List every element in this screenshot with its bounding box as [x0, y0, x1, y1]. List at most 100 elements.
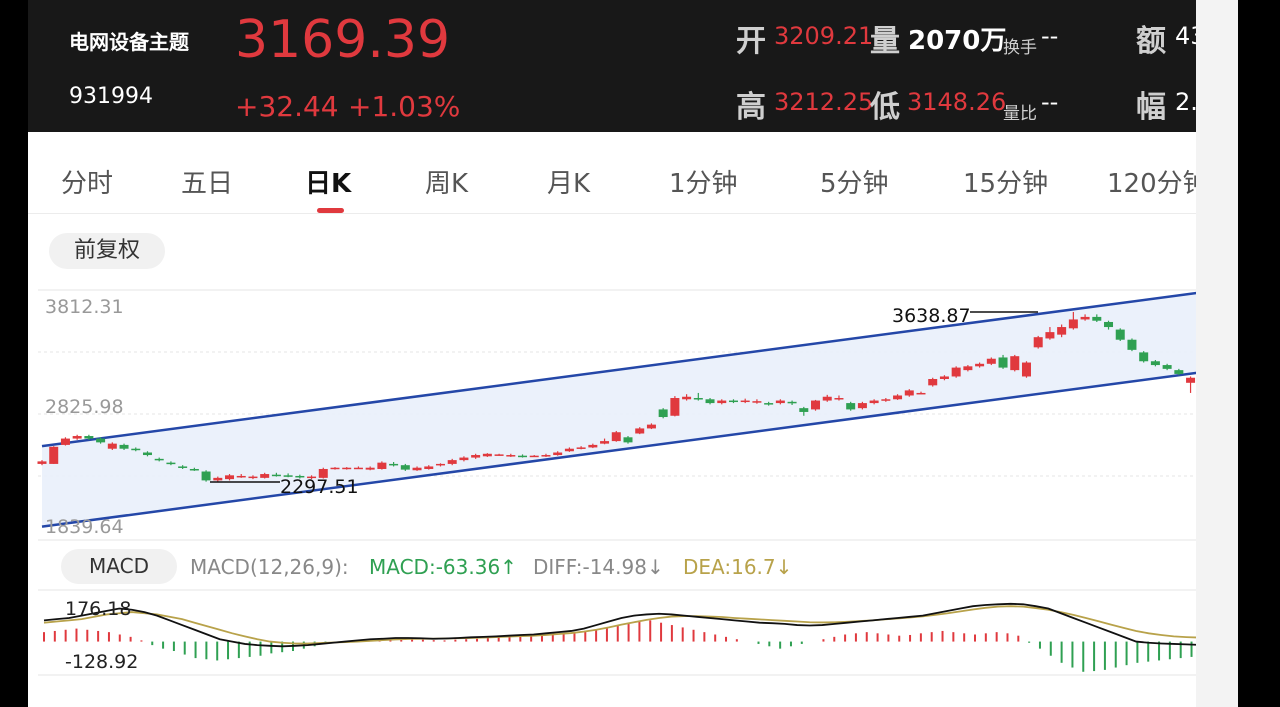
candle-body	[811, 400, 821, 410]
candle-body	[951, 367, 961, 377]
candle-body	[541, 455, 551, 457]
candle-body	[553, 452, 563, 456]
candle	[1186, 376, 1196, 393]
candle	[658, 408, 668, 419]
candle-body	[752, 401, 762, 403]
candle-body	[142, 452, 152, 456]
macd-button[interactable]: MACD	[61, 549, 177, 584]
candle-body	[740, 400, 750, 403]
candle-body	[1080, 316, 1090, 320]
candle	[1021, 361, 1031, 378]
candle-body	[893, 395, 903, 400]
candle-body	[60, 438, 70, 445]
candle	[928, 377, 938, 387]
candle	[811, 399, 821, 411]
candle	[1033, 335, 1043, 349]
candle-body	[881, 399, 891, 401]
candle-body	[1127, 339, 1137, 350]
candle	[72, 434, 82, 440]
candle-body	[834, 398, 844, 400]
candlestick-chart[interactable]: 3812.31 2825.98 1839.64 2297.51 3638.87 …	[28, 0, 1238, 707]
candle-body	[96, 438, 106, 443]
candle-body	[1068, 319, 1078, 329]
candle	[846, 401, 856, 411]
candle-body	[682, 396, 692, 400]
candle-body	[1021, 362, 1031, 377]
candle-body	[646, 424, 656, 429]
dea-line	[43, 605, 1225, 645]
candle-body	[600, 441, 610, 444]
candle-body	[799, 408, 809, 412]
candle-body	[904, 390, 914, 396]
candle-body	[846, 403, 856, 410]
candle-body	[1033, 337, 1043, 348]
candle-body	[412, 467, 422, 471]
candle-body	[518, 455, 528, 458]
candle-body	[49, 446, 59, 464]
candle-body	[1139, 352, 1149, 362]
candle-body	[588, 444, 598, 448]
candle-body	[107, 443, 117, 449]
candle-body	[728, 400, 738, 403]
candle	[670, 396, 680, 417]
candle-body	[131, 448, 141, 451]
candle-body	[1057, 327, 1067, 335]
candle-body	[705, 399, 715, 404]
candle-body	[330, 467, 340, 470]
candle-body	[764, 403, 774, 405]
candle-body	[84, 436, 94, 439]
candle-body	[389, 463, 399, 466]
candle-body	[400, 465, 410, 470]
candle-body	[658, 409, 668, 418]
candle-body	[717, 400, 727, 404]
candle-body	[342, 467, 352, 470]
candle-body	[529, 455, 539, 458]
candle-body	[189, 468, 199, 471]
candle-body	[693, 398, 703, 400]
candle-body	[1010, 356, 1020, 371]
candle-body	[939, 376, 949, 380]
candle-body	[1162, 365, 1172, 369]
candle-body	[1045, 332, 1055, 339]
channel-fill	[42, 287, 1236, 527]
y-axis-mid-label: 2825.98	[45, 396, 124, 418]
candle-body	[928, 379, 938, 386]
candle-body	[435, 463, 445, 466]
candle-body	[1092, 316, 1102, 321]
macd-value: MACD:-63.36↑	[369, 555, 517, 579]
candle-body	[213, 477, 223, 481]
candle-body	[998, 357, 1008, 368]
candle-body	[1186, 377, 1196, 383]
candle-body	[635, 428, 645, 434]
app-window: 电网设备主题 931994 3169.39 +32.44 +1.03% 开 32…	[28, 0, 1238, 707]
candle-body	[260, 474, 270, 478]
candle	[60, 437, 70, 446]
candle-body	[178, 466, 188, 468]
macd-y-bottom-label: -128.92	[65, 651, 138, 673]
candle-body	[471, 455, 481, 458]
candle-body	[72, 436, 82, 439]
candle-body	[986, 358, 996, 364]
low-price-marker: 2297.51	[280, 476, 359, 498]
candle	[49, 446, 59, 464]
candle-body	[236, 475, 246, 478]
candle-body	[1104, 321, 1114, 328]
candle-body	[857, 403, 867, 409]
candle-body	[1115, 329, 1125, 340]
candle-body	[353, 467, 363, 470]
candle-body	[787, 401, 797, 404]
candle-body	[248, 476, 258, 479]
candle-body	[482, 453, 492, 457]
candle-body	[1150, 361, 1160, 366]
candle	[1127, 338, 1137, 352]
y-axis-bottom-label: 1839.64	[45, 516, 124, 538]
diff-value: DIFF:-14.98↓	[533, 555, 664, 579]
candle-body	[670, 398, 680, 416]
candle-body	[564, 448, 574, 452]
candle-body	[225, 475, 235, 480]
candle-body	[365, 467, 375, 470]
dea-value: DEA:16.7↓	[683, 555, 793, 579]
candle-body	[623, 437, 633, 443]
candle	[1010, 354, 1020, 372]
candle-body	[576, 447, 586, 449]
